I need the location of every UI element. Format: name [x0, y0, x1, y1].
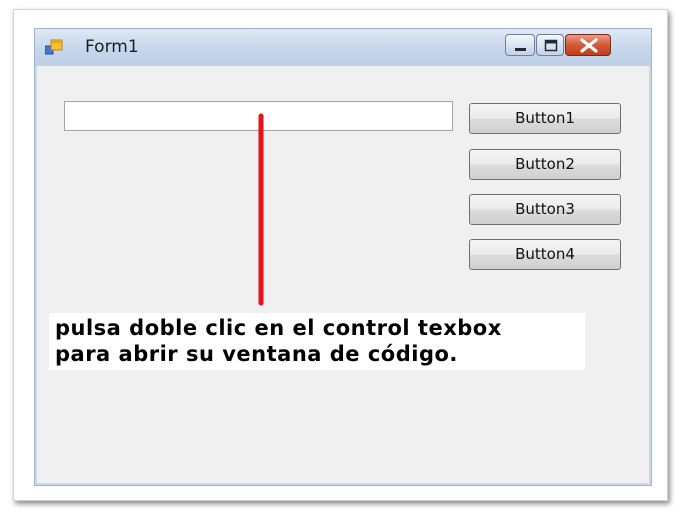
button2[interactable]: Button2 [469, 149, 621, 180]
instruction-line-2: para abrir su ventana de código. [55, 342, 458, 366]
maximize-icon [544, 39, 558, 52]
form-app-icon[interactable] [44, 39, 63, 55]
close-icon [580, 38, 598, 53]
button3[interactable]: Button3 [469, 194, 621, 225]
window-title: Form1 [85, 37, 139, 57]
button1[interactable]: Button1 [469, 103, 621, 134]
minimize-icon [515, 48, 526, 51]
instruction-line-1: pulsa doble clic en el control texbox [55, 316, 502, 340]
title-bar[interactable]: Form1 [35, 29, 651, 66]
form-client-area: Button1 Button2 Button3 Button4 [37, 66, 649, 483]
form1-window: Form1 Button1 Button2 Button3 Button4 [34, 28, 652, 486]
instruction-caption: pulsa doble clic en el control texbox pa… [49, 313, 585, 370]
close-button[interactable] [565, 34, 611, 56]
red-pointer-line [258, 113, 264, 306]
minimize-button[interactable] [505, 34, 535, 56]
button4[interactable]: Button4 [469, 239, 621, 270]
maximize-button[interactable] [536, 34, 564, 56]
